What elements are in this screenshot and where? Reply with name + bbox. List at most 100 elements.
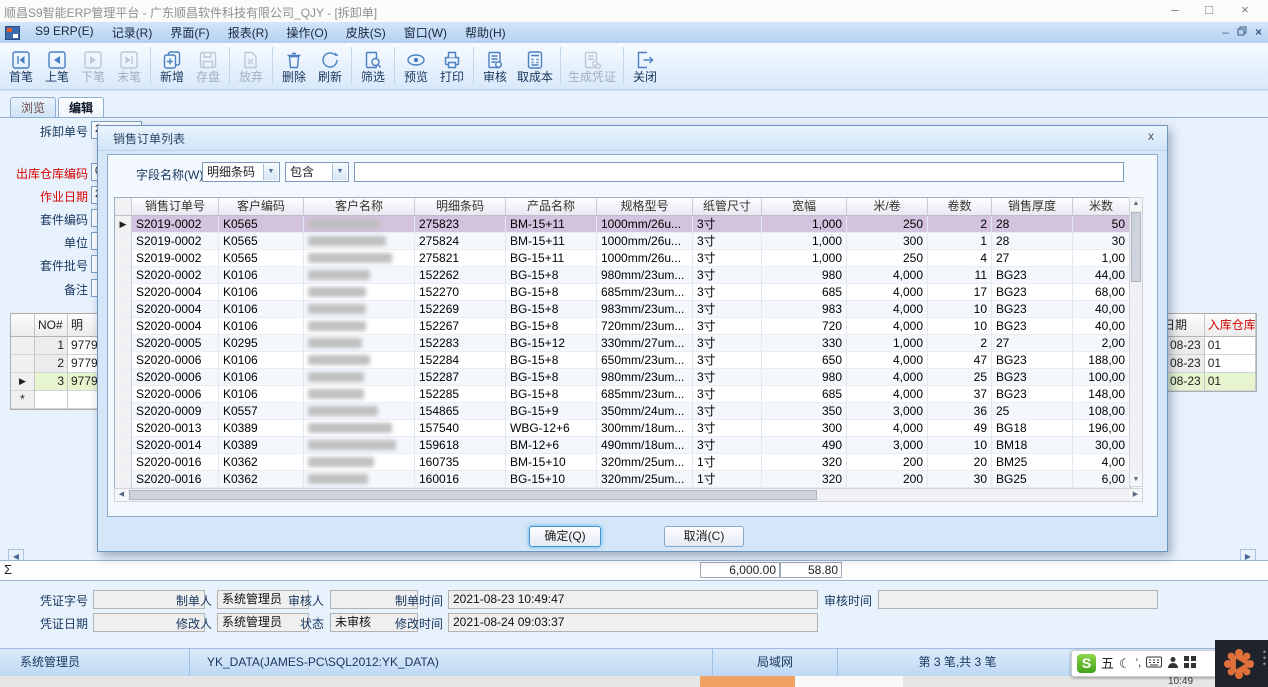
order-cell[interactable]: 4,000 [847,318,928,335]
order-cell[interactable]: 1 [928,233,992,250]
order-row-15[interactable]: S2020-0016K0362160016BG-15+10320mm/25um.… [115,471,1130,488]
order-cell[interactable]: 4,00 [1073,454,1130,471]
order-cell[interactable]: 3,000 [847,403,928,420]
order-cell[interactable]: BG-15+9 [506,403,597,420]
order-cell[interactable]: 25 [928,369,992,386]
order-cell[interactable]: 49 [928,420,992,437]
order-cell[interactable]: 3寸 [693,250,762,267]
grid-column-header-9[interactable]: 卷数 [928,198,992,216]
person-icon[interactable] [1167,656,1179,672]
order-cell[interactable]: 980 [762,267,847,284]
order-cell[interactable]: S2020-0016 [132,471,219,488]
order-cell[interactable]: 1寸 [693,471,762,488]
order-cell[interactable]: 980 [762,369,847,386]
order-cell[interactable]: 148,00 [1073,386,1130,403]
order-cell[interactable]: 152283 [415,335,506,352]
order-cell[interactable]: 4,000 [847,352,928,369]
bg-cell[interactable]: 01 [1205,355,1256,373]
order-cell[interactable]: K0362 [219,471,304,488]
ime-mode-wubi[interactable]: 五 [1101,654,1114,673]
bg-cell[interactable]: 01 [1205,337,1256,355]
hscroll-thumb[interactable] [129,490,817,500]
order-cell[interactable]: 157540 [415,420,506,437]
order-cell[interactable]: 3寸 [693,403,762,420]
order-row-10[interactable]: S2020-0006K0106152285BG-15+8685mm/23um..… [115,386,1130,403]
order-cell[interactable]: 152284 [415,352,506,369]
order-cell[interactable]: BG23 [992,301,1073,318]
tab-edit[interactable]: 编辑 [58,97,104,118]
order-cell[interactable]: 300mm/18um... [597,420,693,437]
order-row-2[interactable]: S2019-0002K0565275821BG-15+111000mm/26u.… [115,250,1130,267]
order-cell[interactable]: K0106 [219,386,304,403]
order-cell[interactable]: WBG-12+6 [506,420,597,437]
order-cell[interactable]: 350mm/24um... [597,403,693,420]
order-cell[interactable]: 275824 [415,233,506,250]
order-cell[interactable]: K0389 [219,420,304,437]
order-cell[interactable]: 3寸 [693,386,762,403]
row-selector[interactable] [115,318,132,335]
order-cell[interactable]: 3寸 [693,284,762,301]
order-cell[interactable]: 1,000 [762,216,847,233]
order-cell[interactable]: BG18 [992,420,1073,437]
order-cell[interactable]: 160735 [415,454,506,471]
grid-column-header-0[interactable]: 销售订单号 [132,198,219,216]
grid-column-header-4[interactable]: 产品名称 [506,198,597,216]
order-cell[interactable]: 10 [928,301,992,318]
order-cell[interactable]: BG-15+10 [506,471,597,488]
order-cell[interactable]: S2019-0002 [132,233,219,250]
order-cell[interactable]: BG-15+11 [506,250,597,267]
order-cell[interactable] [304,250,415,267]
grid-column-header-8[interactable]: 米/卷 [847,198,928,216]
order-cell[interactable]: BM18 [992,437,1073,454]
order-cell[interactable]: 320mm/25um... [597,471,693,488]
mdi-minimize-button[interactable]: – [1222,25,1229,39]
order-cell[interactable]: S2020-0005 [132,335,219,352]
order-cell[interactable]: 30 [1073,233,1130,250]
order-cell[interactable]: 25 [992,403,1073,420]
row-selector[interactable] [115,403,132,420]
order-cell[interactable]: 4,000 [847,369,928,386]
order-cell[interactable]: 350 [762,403,847,420]
order-cell[interactable]: 1000mm/26u... [597,250,693,267]
order-cell[interactable]: 1,00 [1073,250,1130,267]
order-cell[interactable]: 152262 [415,267,506,284]
order-cell[interactable]: BG23 [992,386,1073,403]
row-selector[interactable] [115,250,132,267]
toolbar-button-13[interactable]: 取成本 [513,48,557,85]
order-row-9[interactable]: S2020-0006K0106152287BG-15+8980mm/23um..… [115,369,1130,386]
order-cell[interactable] [304,233,415,250]
order-cell[interactable]: 1,000 [762,250,847,267]
bg-cell[interactable]: 1 [35,337,68,355]
order-cell[interactable]: 30,00 [1073,437,1130,454]
order-cell[interactable]: BM25 [992,454,1073,471]
mdi-close-button[interactable]: × [1255,25,1262,39]
order-cell[interactable]: 10 [928,437,992,454]
order-cell[interactable]: 1寸 [693,454,762,471]
order-cell[interactable]: 685mm/23um... [597,284,693,301]
order-cell[interactable]: 250 [847,216,928,233]
row-selector[interactable] [115,301,132,318]
order-cell[interactable]: 320 [762,471,847,488]
grid-column-header-6[interactable]: 纸管尺寸 [693,198,762,216]
order-cell[interactable]: 3,000 [847,437,928,454]
order-cell[interactable]: 983 [762,301,847,318]
scroll-down-icon[interactable]: ▼ [1130,474,1142,486]
order-cell[interactable]: S2020-0006 [132,369,219,386]
toolbar-button-15[interactable]: 关闭 [627,48,663,85]
order-cell[interactable]: 980mm/23um... [597,369,693,386]
dark-app-tile[interactable]: ••• [1215,640,1268,687]
order-cell[interactable]: 330 [762,335,847,352]
order-cell[interactable]: 4 [928,250,992,267]
order-row-3[interactable]: S2020-0002K0106152262BG-15+8980mm/23um..… [115,267,1130,284]
order-cell[interactable]: 2,00 [1073,335,1130,352]
chevron-down-icon[interactable]: ▼ [263,164,278,180]
order-cell[interactable]: K0557 [219,403,304,420]
grid-column-header-10[interactable]: 销售厚度 [992,198,1073,216]
order-cell[interactable]: 4,000 [847,284,928,301]
order-cell[interactable]: 3寸 [693,233,762,250]
order-cell[interactable]: 490 [762,437,847,454]
order-cell[interactable] [304,335,415,352]
order-cell[interactable]: 4,000 [847,301,928,318]
order-cell[interactable]: 159618 [415,437,506,454]
sogou-logo-icon[interactable]: S [1077,654,1096,673]
